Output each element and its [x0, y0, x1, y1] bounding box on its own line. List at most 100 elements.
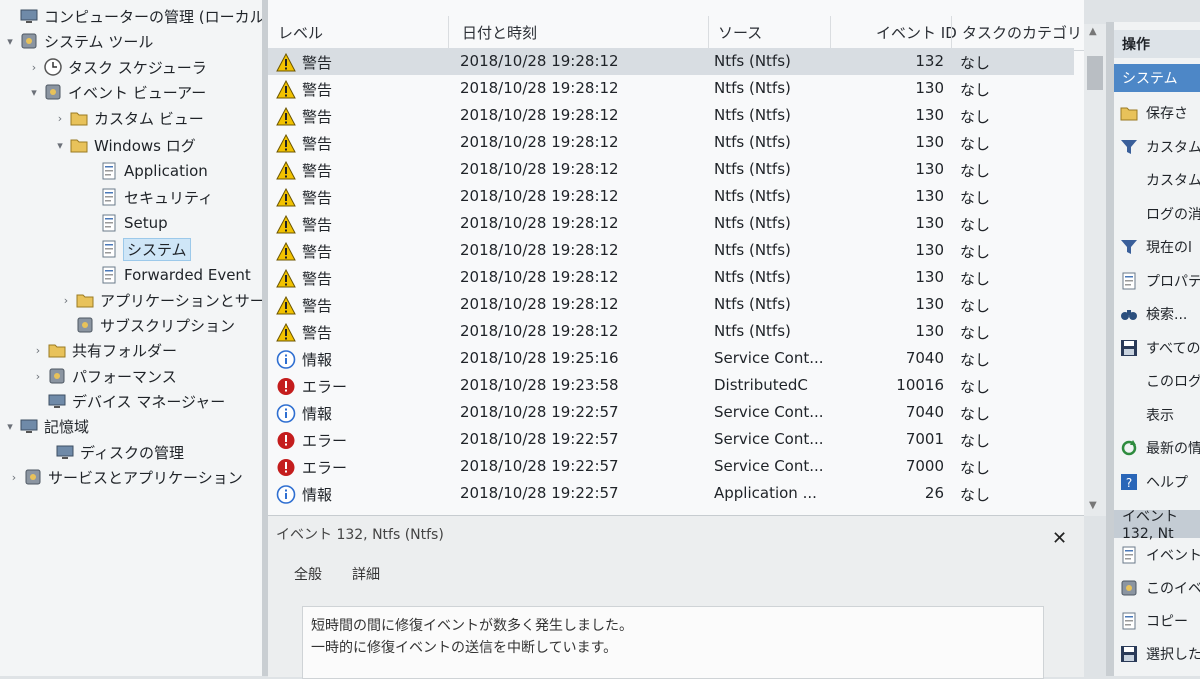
tab-general[interactable]: 全般: [294, 564, 322, 584]
table-row[interactable]: エラー 2018/10/28 19:22:57 Service Cont... 700…: [268, 453, 1074, 480]
event-list-scrollbar[interactable]: ▲ ▼: [1084, 24, 1106, 516]
level-text: 警告: [302, 189, 333, 207]
chevron-right-icon[interactable]: ›: [8, 471, 20, 484]
table-row[interactable]: 警告 2018/10/28 19:28:12 Ntfs (Ntfs) 130 なし: [268, 318, 1074, 345]
action-item[interactable]: 現在のl: [1120, 234, 1192, 260]
tree-item[interactable]: › タスク スケジューラ: [32, 55, 207, 79]
chevron-right-icon[interactable]: ›: [32, 344, 44, 357]
table-row[interactable]: 警告 2018/10/28 19:28:12 Ntfs (Ntfs) 130 なし: [268, 102, 1074, 129]
tree-item[interactable]: サブスクリプション: [76, 313, 235, 337]
action-item[interactable]: このログに: [1146, 368, 1200, 394]
services-icon: [24, 468, 42, 486]
tree-item[interactable]: ▾ Windows ログ: [57, 133, 196, 157]
tree-item[interactable]: Forwarded Event: [100, 263, 251, 287]
cell-source: Ntfs (Ntfs): [714, 106, 791, 124]
table-row[interactable]: 情報 2018/10/28 19:25:16 Service Cont... 7040…: [268, 345, 1074, 372]
action-item[interactable]: 保存さ: [1120, 100, 1188, 126]
chevron-right-icon[interactable]: ›: [28, 61, 40, 74]
action-item[interactable]: このイベント: [1120, 575, 1200, 601]
table-row[interactable]: 警告 2018/10/28 19:28:12 Ntfs (Ntfs) 130 なし: [268, 291, 1074, 318]
tree-item[interactable]: › パフォーマンス: [36, 364, 177, 388]
chevron-down-icon[interactable]: ▾: [54, 139, 66, 152]
action-item[interactable]: カスタム: [1120, 134, 1200, 160]
chevron-down-icon[interactable]: ▾: [4, 420, 16, 433]
table-row[interactable]: 情報 2018/10/28 19:22:57 Service Cont... 7040…: [268, 399, 1074, 426]
tree-item[interactable]: ▾ システム ツール: [7, 29, 153, 53]
table-row[interactable]: 警告 2018/10/28 19:28:12 Ntfs (Ntfs) 130 なし: [268, 183, 1074, 210]
column-datetime[interactable]: 日付と時刻: [462, 22, 537, 43]
table-row[interactable]: 情報 2018/10/28 19:22:57 Application ... 26 なし: [268, 480, 1074, 507]
chevron-down-icon[interactable]: ▾: [4, 35, 16, 48]
action-item[interactable]: 検索...: [1120, 301, 1187, 327]
tree-item-label: Application: [124, 162, 208, 180]
action-item[interactable]: カスタム: [1146, 167, 1200, 193]
tree-item[interactable]: › カスタム ビュー: [58, 106, 204, 130]
table-row[interactable]: 警告 2018/10/28 19:28:12 Ntfs (Ntfs) 130 なし: [268, 210, 1074, 237]
action-item[interactable]: プロパティ: [1120, 268, 1200, 294]
copy-icon: [1120, 612, 1138, 630]
cell-task-category: なし: [960, 135, 991, 153]
action-item[interactable]: コピー: [1120, 608, 1188, 634]
action-label: ヘルプ: [1146, 474, 1188, 491]
tree-item[interactable]: セキュリティ: [100, 185, 213, 209]
save-icon: [1120, 339, 1138, 357]
action-label: プロパティ: [1146, 273, 1200, 290]
table-row[interactable]: エラー 2018/10/28 19:22:57 Service Cont... 700…: [268, 426, 1074, 453]
action-item[interactable]: ログの消: [1146, 201, 1200, 227]
tree-item-label: 記憶域: [44, 417, 90, 436]
tree-item[interactable]: ▾ 記憶域: [7, 414, 90, 438]
table-row[interactable]: 警告 2018/10/28 19:28:12 Ntfs (Ntfs) 132 なし: [268, 48, 1074, 75]
tree-item[interactable]: › 共有フォルダー: [36, 338, 177, 362]
action-label: すべての: [1146, 340, 1200, 357]
tree-item-label: イベント ビューアー: [68, 83, 207, 102]
scrollbar-thumb[interactable]: [1087, 56, 1103, 90]
table-row[interactable]: 警告 2018/10/28 19:28:12 Ntfs (Ntfs) 130 なし: [268, 264, 1074, 291]
action-label: 保存さ: [1146, 106, 1188, 122]
action-label: カスタム: [1146, 139, 1200, 156]
column-task-category[interactable]: タスクのカテゴリ: [962, 22, 1082, 43]
tree-item[interactable]: ›アプリケーションとサービス: [64, 288, 262, 312]
tree-item[interactable]: › サービスとアプリケーション: [12, 465, 243, 489]
tree-item[interactable]: Setup: [100, 211, 168, 235]
column-source[interactable]: ソース: [718, 22, 762, 43]
tab-details[interactable]: 詳細: [352, 564, 380, 584]
cell-datetime: 2018/10/28 19:28:12: [460, 133, 619, 151]
tree-item[interactable]: システム: [100, 237, 191, 261]
tree-item[interactable]: デバイス マネージャー: [48, 389, 225, 413]
warning-icon: [276, 160, 296, 180]
close-icon[interactable]: ✕: [1052, 528, 1067, 549]
column-event-id[interactable]: イベント ID: [876, 22, 957, 43]
action-item[interactable]: 最新の情: [1120, 435, 1200, 461]
action-item[interactable]: すべての: [1120, 335, 1200, 361]
table-row[interactable]: 警告 2018/10/28 19:28:12 Ntfs (Ntfs) 130 なし: [268, 237, 1074, 264]
event-detail-title: イベント 132, Ntfs (Ntfs): [276, 527, 444, 543]
disk-icon: [56, 443, 74, 461]
table-row[interactable]: 警告 2018/10/28 19:28:12 Ntfs (Ntfs) 130 なし: [268, 75, 1074, 102]
table-row[interactable]: エラー 2018/10/28 19:23:58 DistributedC 10016 な…: [268, 372, 1074, 399]
table-row[interactable]: 警告 2018/10/28 19:28:12 Ntfs (Ntfs) 130 なし: [268, 129, 1074, 156]
column-level[interactable]: レベル: [278, 22, 323, 43]
chevron-right-icon[interactable]: ›: [32, 370, 44, 383]
warning-icon: [276, 241, 296, 261]
tree-item[interactable]: ディスクの管理: [56, 440, 184, 464]
chevron-right-icon[interactable]: ›: [54, 112, 66, 125]
table-row[interactable]: 警告 2018/10/28 19:28:12 Ntfs (Ntfs) 130 なし: [268, 156, 1074, 183]
actions-section-system[interactable]: システム: [1114, 64, 1200, 92]
column-header-row: レベル 日付と時刻 ソース イベント ID タスクのカテゴリ: [268, 14, 1084, 51]
chevron-right-icon[interactable]: ›: [60, 294, 72, 307]
action-item[interactable]: 選択したイ: [1120, 641, 1200, 667]
chevron-down-icon[interactable]: ▾: [28, 86, 40, 99]
action-item[interactable]: イベントのプ: [1120, 542, 1200, 568]
level-text: 警告: [302, 243, 333, 261]
cell-level: 警告: [276, 52, 332, 73]
event-message-box[interactable]: 短時間の間に修復イベントが数多く発生しました。 一時的に修復イベントの送信を中断…: [302, 606, 1044, 679]
actions-section-event[interactable]: イベント 132, Nt: [1114, 509, 1200, 542]
action-item[interactable]: 表示: [1146, 402, 1174, 428]
tree-item[interactable]: コンピューターの管理 (ローカル): [20, 4, 262, 28]
action-item[interactable]: ? ヘルプ: [1120, 469, 1188, 495]
cell-task-category: なし: [960, 243, 991, 261]
tree-item[interactable]: ▾ イベント ビューアー: [31, 80, 207, 104]
cell-level: 警告: [276, 322, 332, 343]
tree-item[interactable]: Application: [100, 159, 208, 183]
refresh-icon: [1120, 439, 1138, 457]
